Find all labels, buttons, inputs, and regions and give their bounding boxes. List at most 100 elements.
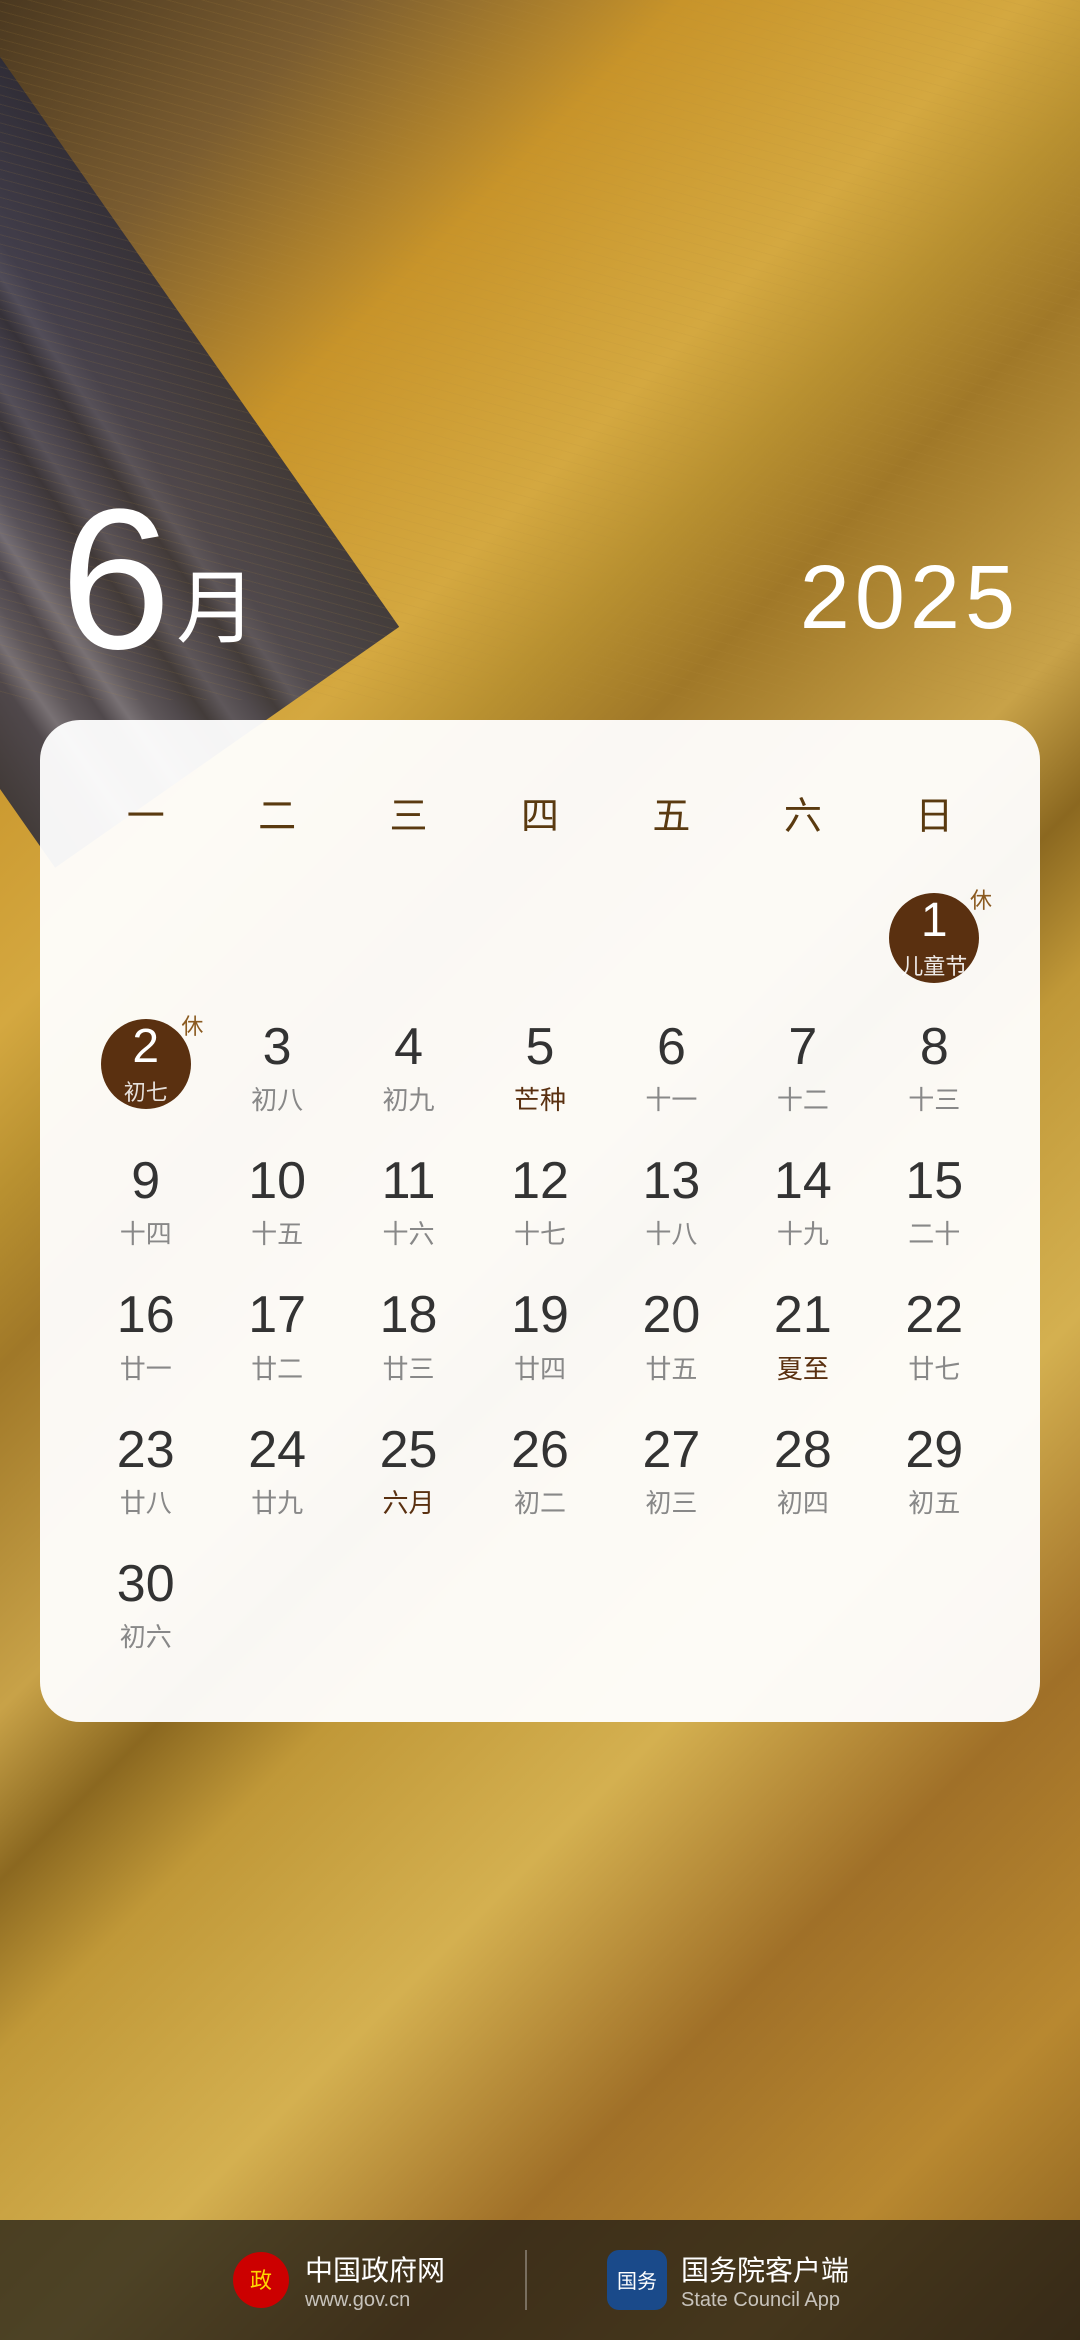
- day-empty: [343, 1538, 474, 1672]
- day-9[interactable]: 9 十四: [80, 1135, 211, 1269]
- day-number: 13: [643, 1153, 701, 1210]
- day-number: 6: [657, 1019, 686, 1076]
- year-number: 2025: [800, 547, 1020, 680]
- weekday-tue: 二: [211, 770, 342, 855]
- day-number: 29: [905, 1422, 963, 1479]
- footer-divider: [525, 2250, 527, 2310]
- weekday-mon: 一: [80, 770, 211, 855]
- month-yue: 月: [176, 544, 256, 680]
- day-empty: [474, 1538, 605, 1672]
- day-lunar: 十一: [645, 1080, 697, 1117]
- day-5[interactable]: 5 芒种: [474, 1001, 605, 1135]
- day-lunar: 十六: [383, 1214, 435, 1251]
- day-16[interactable]: 16 廿一: [80, 1269, 211, 1403]
- day-empty: [869, 1538, 1000, 1672]
- day-23[interactable]: 23 廿八: [80, 1404, 211, 1538]
- day-number: 30: [117, 1556, 175, 1613]
- day-15[interactable]: 15 二十: [869, 1135, 1000, 1269]
- day-2[interactable]: 休 2 初七: [80, 1001, 211, 1135]
- day-lunar: 十四: [120, 1214, 172, 1251]
- day-number: 27: [643, 1422, 701, 1479]
- footer-logo-gov[interactable]: 政 中国政府网 www.gov.cn: [231, 2249, 445, 2312]
- day-empty: [474, 875, 605, 1001]
- day-lunar: 廿四: [514, 1349, 566, 1386]
- logo1-name: 中国政府网: [305, 2249, 445, 2289]
- day-29[interactable]: 29 初五: [869, 1404, 1000, 1538]
- day-empty: [80, 875, 211, 1001]
- day-lunar: 二十: [908, 1214, 960, 1251]
- day-11[interactable]: 11 十六: [343, 1135, 474, 1269]
- svg-text:政: 政: [250, 2268, 272, 2293]
- day-lunar: 初七: [124, 1075, 168, 1107]
- day-lunar: 廿八: [120, 1483, 172, 1520]
- day-24[interactable]: 24 廿九: [211, 1404, 342, 1538]
- day-3[interactable]: 3 初八: [211, 1001, 342, 1135]
- day-number: 28: [774, 1422, 832, 1479]
- day-number: 9: [131, 1153, 160, 1210]
- day-6[interactable]: 6 十一: [606, 1001, 737, 1135]
- day-lunar: 初九: [383, 1080, 435, 1117]
- day-14[interactable]: 14 十九: [737, 1135, 868, 1269]
- day-lunar: 初二: [514, 1483, 566, 1520]
- weekday-thu: 四: [474, 770, 605, 855]
- day-number: 3: [263, 1019, 292, 1076]
- weekday-sat: 六: [737, 770, 868, 855]
- day-lunar: 十五: [251, 1214, 303, 1251]
- day-25[interactable]: 25 六月: [343, 1404, 474, 1538]
- day-lunar: 廿一: [120, 1349, 172, 1386]
- day-lunar: 初三: [645, 1483, 697, 1520]
- day-10[interactable]: 10 十五: [211, 1135, 342, 1269]
- rest-badge: 休: [970, 883, 992, 915]
- day-lunar: 六月: [383, 1483, 435, 1520]
- day-number: 24: [248, 1422, 306, 1479]
- day-19[interactable]: 19 廿四: [474, 1269, 605, 1403]
- day-17[interactable]: 17 廿二: [211, 1269, 342, 1403]
- day-number: 8: [920, 1019, 949, 1076]
- day-number: 26: [511, 1422, 569, 1479]
- day-number: 25: [380, 1422, 438, 1479]
- council-icon: 国务: [607, 2250, 667, 2310]
- gov-icon: 政: [231, 2250, 291, 2310]
- day-lunar: 廿七: [908, 1349, 960, 1386]
- day-number: 11: [382, 1153, 436, 1210]
- day-8[interactable]: 8 十三: [869, 1001, 1000, 1135]
- rest-badge: 休: [181, 1009, 203, 1041]
- day-1[interactable]: 休 1 儿童节: [869, 875, 1000, 1001]
- day-number: 1: [921, 895, 948, 948]
- day-lunar: 十三: [908, 1080, 960, 1117]
- logo2-name: 国务院客户端: [681, 2249, 849, 2289]
- day-lunar: 廿二: [251, 1349, 303, 1386]
- day-number: 7: [788, 1019, 817, 1076]
- weekday-wed: 三: [343, 770, 474, 855]
- day-21[interactable]: 21 夏至: [737, 1269, 868, 1403]
- weekday-header: 一 二 三 四 五 六 日: [80, 770, 1000, 855]
- month-header: 6 月 2025: [0, 480, 1080, 680]
- day-28[interactable]: 28 初四: [737, 1404, 868, 1538]
- footer-bar: 政 中国政府网 www.gov.cn 国务 国务院客户端 State Counc…: [0, 2220, 1080, 2340]
- day-27[interactable]: 27 初三: [606, 1404, 737, 1538]
- day-empty: [737, 1538, 868, 1672]
- footer-logo-app[interactable]: 国务 国务院客户端 State Council App: [607, 2249, 849, 2312]
- day-number: 4: [394, 1019, 423, 1076]
- day-20[interactable]: 20 廿五: [606, 1269, 737, 1403]
- day-26[interactable]: 26 初二: [474, 1404, 605, 1538]
- day-number: 16: [117, 1287, 175, 1344]
- day-number: 19: [511, 1287, 569, 1344]
- day-lunar: 初五: [908, 1483, 960, 1520]
- day-13[interactable]: 13 十八: [606, 1135, 737, 1269]
- day-number: 5: [526, 1019, 555, 1076]
- day-lunar: 初八: [251, 1080, 303, 1117]
- day-22[interactable]: 22 廿七: [869, 1269, 1000, 1403]
- day-7[interactable]: 7 十二: [737, 1001, 868, 1135]
- day-holiday: 儿童节: [901, 949, 967, 981]
- day-12[interactable]: 12 十七: [474, 1135, 605, 1269]
- day-30[interactable]: 30 初六: [80, 1538, 211, 1672]
- day-number: 17: [248, 1287, 306, 1344]
- day-18[interactable]: 18 廿三: [343, 1269, 474, 1403]
- month-number: 6: [60, 480, 166, 680]
- day-number: 18: [380, 1287, 438, 1344]
- day-4[interactable]: 4 初九: [343, 1001, 474, 1135]
- day-empty: [343, 875, 474, 1001]
- day-number: 15: [905, 1153, 963, 1210]
- svg-text:国务: 国务: [617, 2270, 657, 2293]
